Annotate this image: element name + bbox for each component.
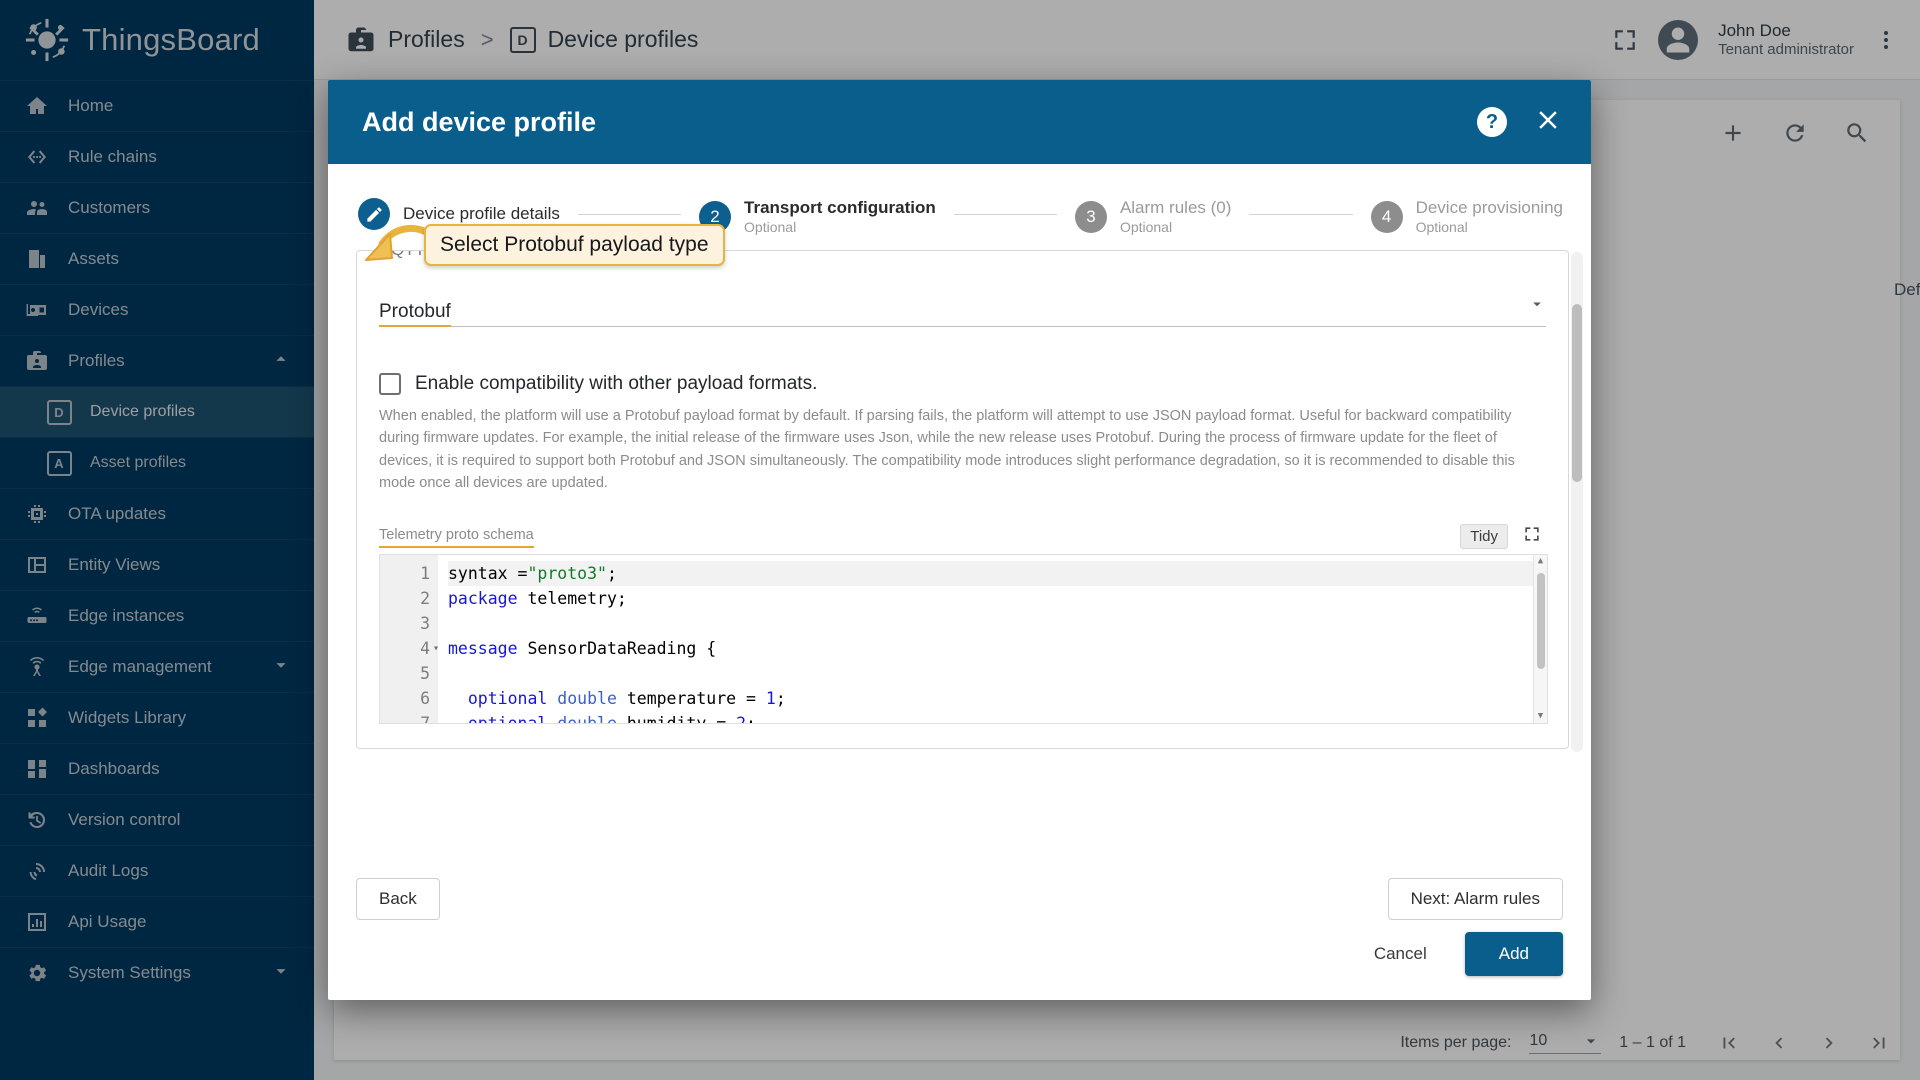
line-number: 4 ▾ (380, 636, 439, 661)
dialog-body: MQTT device payload Protobuf Enable comp… (328, 246, 1591, 862)
code-line: optional double humidity = 2; (448, 711, 1547, 724)
code-token: telemetry; (517, 588, 627, 608)
next-alarm-rules-button[interactable]: Next: Alarm rules (1387, 878, 1563, 920)
telemetry-fullscreen-icon[interactable] (1522, 524, 1542, 549)
code-token: humidity = (616, 713, 737, 724)
payload-type-select[interactable]: Protobuf (379, 295, 1546, 327)
dialog-header: Add device profile ? (328, 80, 1591, 164)
code-token: ; (775, 688, 786, 708)
telemetry-editor: Tidy 1234▾56789 syntax ="proto3";package… (379, 523, 1548, 724)
help-icon[interactable]: ? (1477, 107, 1507, 137)
code-token: temperature = (616, 688, 766, 708)
telemetry-gutter: 1234▾56789 (380, 554, 439, 724)
code-token: package (448, 588, 518, 608)
telemetry-code-area[interactable]: syntax ="proto3"; package telemetry; messa… (438, 555, 1547, 723)
step-3-sublabel: Optional (1119, 218, 1173, 235)
telemetry-editor-label: Telemetry proto schema (379, 527, 534, 548)
add-button[interactable]: Add (1464, 932, 1563, 976)
code-token: ; (606, 563, 617, 583)
step-2-label: Transport configuration (744, 198, 936, 217)
code-token: "proto3" (527, 563, 607, 583)
dialog-header-actions: ? (1477, 105, 1563, 140)
code-token: double (557, 713, 617, 724)
line-number: 7 (420, 713, 430, 724)
step-connector (953, 214, 1057, 215)
scrollbar-thumb[interactable] (1537, 572, 1545, 669)
code-token: syntax = (448, 563, 528, 583)
code-token: 2 (736, 713, 747, 724)
wizard-nav-buttons: Back Next: Alarm rules (328, 862, 1591, 920)
telemetry-editor-group: Telemetry proto schema Tidy 1234▾56789 s… (375, 495, 1550, 724)
code-token: message (448, 638, 518, 658)
step-3-label: Alarm rules (0) (1119, 198, 1232, 217)
code-line: syntax ="proto3"; (448, 560, 1547, 586)
step-2[interactable]: 2 Transport configuration Optional (699, 198, 936, 236)
telemetry-editor-tools: Tidy (1460, 523, 1542, 549)
dialog-footer: Cancel Add (328, 920, 1591, 1000)
code-token: double (557, 688, 617, 708)
scroll-down-icon[interactable]: ▼ (1538, 711, 1543, 721)
dialog-title: Add device profile (362, 106, 597, 137)
attributes-editor-group: Attributes proto schema Tidy 12 syntax =… (375, 724, 1550, 748)
step-4-indicator: 4 (1370, 200, 1403, 233)
step-4-sublabel: Optional (1415, 218, 1468, 235)
step-2-sublabel: Optional (744, 218, 797, 235)
back-button[interactable]: Back (356, 878, 440, 920)
step-3-indicator: 3 (1074, 200, 1107, 233)
step-4-text: Device provisioning Optional (1416, 198, 1563, 236)
line-number: 1 (420, 563, 430, 583)
line-number: 3 (420, 613, 430, 633)
app-root: ThingsBoard Home Rule chains Customers Asse… (0, 0, 1920, 1080)
scroll-up-icon[interactable]: ▲ (1538, 556, 1543, 566)
code-token: optional (448, 688, 548, 708)
telemetry-tidy-button[interactable]: Tidy (1460, 523, 1508, 549)
scrollbar-thumb[interactable] (1572, 303, 1582, 482)
code-line: message SensorDataReading { (448, 636, 1547, 661)
step-4-label: Device provisioning (1415, 198, 1563, 217)
callout-tooltip: Select Protobuf payload type (424, 224, 725, 266)
callout-arrow-icon (360, 222, 436, 274)
code-token: SensorDataReading { (517, 638, 717, 658)
telemetry-code-editor[interactable]: 1234▾56789 syntax ="proto3";package tele… (379, 553, 1548, 724)
line-number: 5 (420, 663, 430, 683)
line-number: 2 (420, 588, 430, 608)
step-2-text: Transport configuration Optional (744, 198, 936, 236)
cancel-button[interactable]: Cancel (1354, 933, 1447, 975)
payload-type-value: Protobuf (379, 301, 451, 327)
code-line: optional double temperature = 1; (448, 686, 1547, 711)
compatibility-hint: When enabled, the platform will use a Pr… (379, 407, 1515, 492)
telemetry-code-scrollbar[interactable]: ▲ ▼ (1533, 554, 1547, 723)
step-3-text: Alarm rules (0) Optional (1120, 198, 1231, 236)
step-connector (1249, 214, 1353, 215)
step-4[interactable]: 4 Device provisioning Optional (1370, 198, 1563, 236)
compatibility-label: Enable compatibility with other payload … (415, 372, 818, 394)
dialog-body-scrollbar[interactable] (1571, 251, 1583, 752)
compatibility-checkbox[interactable] (379, 372, 401, 395)
compatibility-checkbox-row[interactable]: Enable compatibility with other payload … (379, 372, 1546, 395)
step-connector (577, 214, 682, 215)
mqtt-device-payload-fieldset: MQTT device payload Protobuf Enable comp… (356, 249, 1569, 749)
line-number: 6 (420, 688, 430, 708)
step-3[interactable]: 3 Alarm rules (0) Optional (1074, 198, 1231, 236)
code-line: package telemetry; (448, 586, 1547, 611)
code-token: optional (448, 713, 548, 724)
chevron-down-icon (1528, 295, 1546, 318)
code-token: 1 (765, 688, 776, 708)
code-token: ; (746, 713, 756, 724)
add-device-profile-dialog: Add device profile ? Device profile deta… (328, 80, 1591, 1000)
close-icon[interactable] (1533, 105, 1563, 140)
